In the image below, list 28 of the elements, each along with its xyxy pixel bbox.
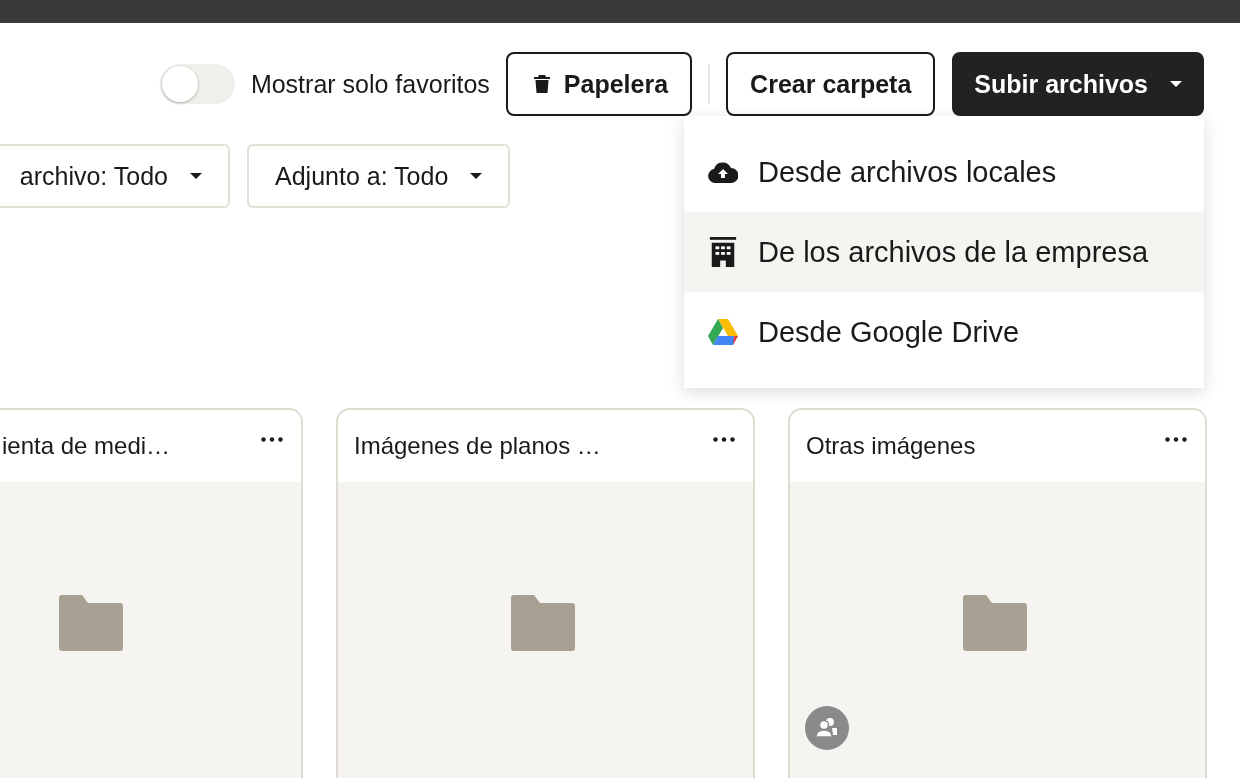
trash-icon (533, 75, 550, 93)
favorites-toggle[interactable] (159, 64, 235, 104)
folder-icon (59, 595, 123, 651)
menu-item[interactable]: De los archivos de la empresa (684, 212, 1204, 292)
more-icon[interactable] (713, 436, 735, 442)
caret-icon (1170, 81, 1182, 87)
folder-card[interactable]: ienta de medi… (0, 408, 303, 778)
menu-item[interactable]: Desde archivos locales (684, 132, 1204, 212)
more-icon[interactable] (261, 436, 283, 442)
folder-name: Imágenes de planos … (354, 432, 601, 460)
folder-card[interactable]: Otras imágenes (788, 408, 1207, 778)
caret-icon (470, 173, 483, 179)
folder-icon (511, 595, 575, 651)
toggle-label: Mostrar solo favoritos (250, 69, 490, 99)
folder-icon (963, 595, 1027, 651)
folder-card[interactable]: Imágenes de planos … (336, 408, 755, 778)
create-folder-button[interactable]: Crear carpeta (726, 52, 936, 116)
building-icon (708, 237, 738, 267)
folder-name: Otras imágenes (806, 432, 976, 460)
drive-icon (708, 317, 738, 347)
menu-item[interactable]: Desde Google Drive (684, 292, 1204, 372)
filter-dropdown[interactable]: archivo: Todo (0, 144, 230, 208)
trash-button[interactable]: Papelera (505, 52, 693, 116)
caret-icon (190, 173, 202, 179)
more-icon[interactable] (1165, 436, 1187, 442)
upload-files-button[interactable]: Subir archivos (952, 52, 1204, 116)
folder-name: ienta de medi… (2, 432, 171, 460)
filter-dropdown[interactable]: Adjunto a: Todo (247, 144, 511, 208)
